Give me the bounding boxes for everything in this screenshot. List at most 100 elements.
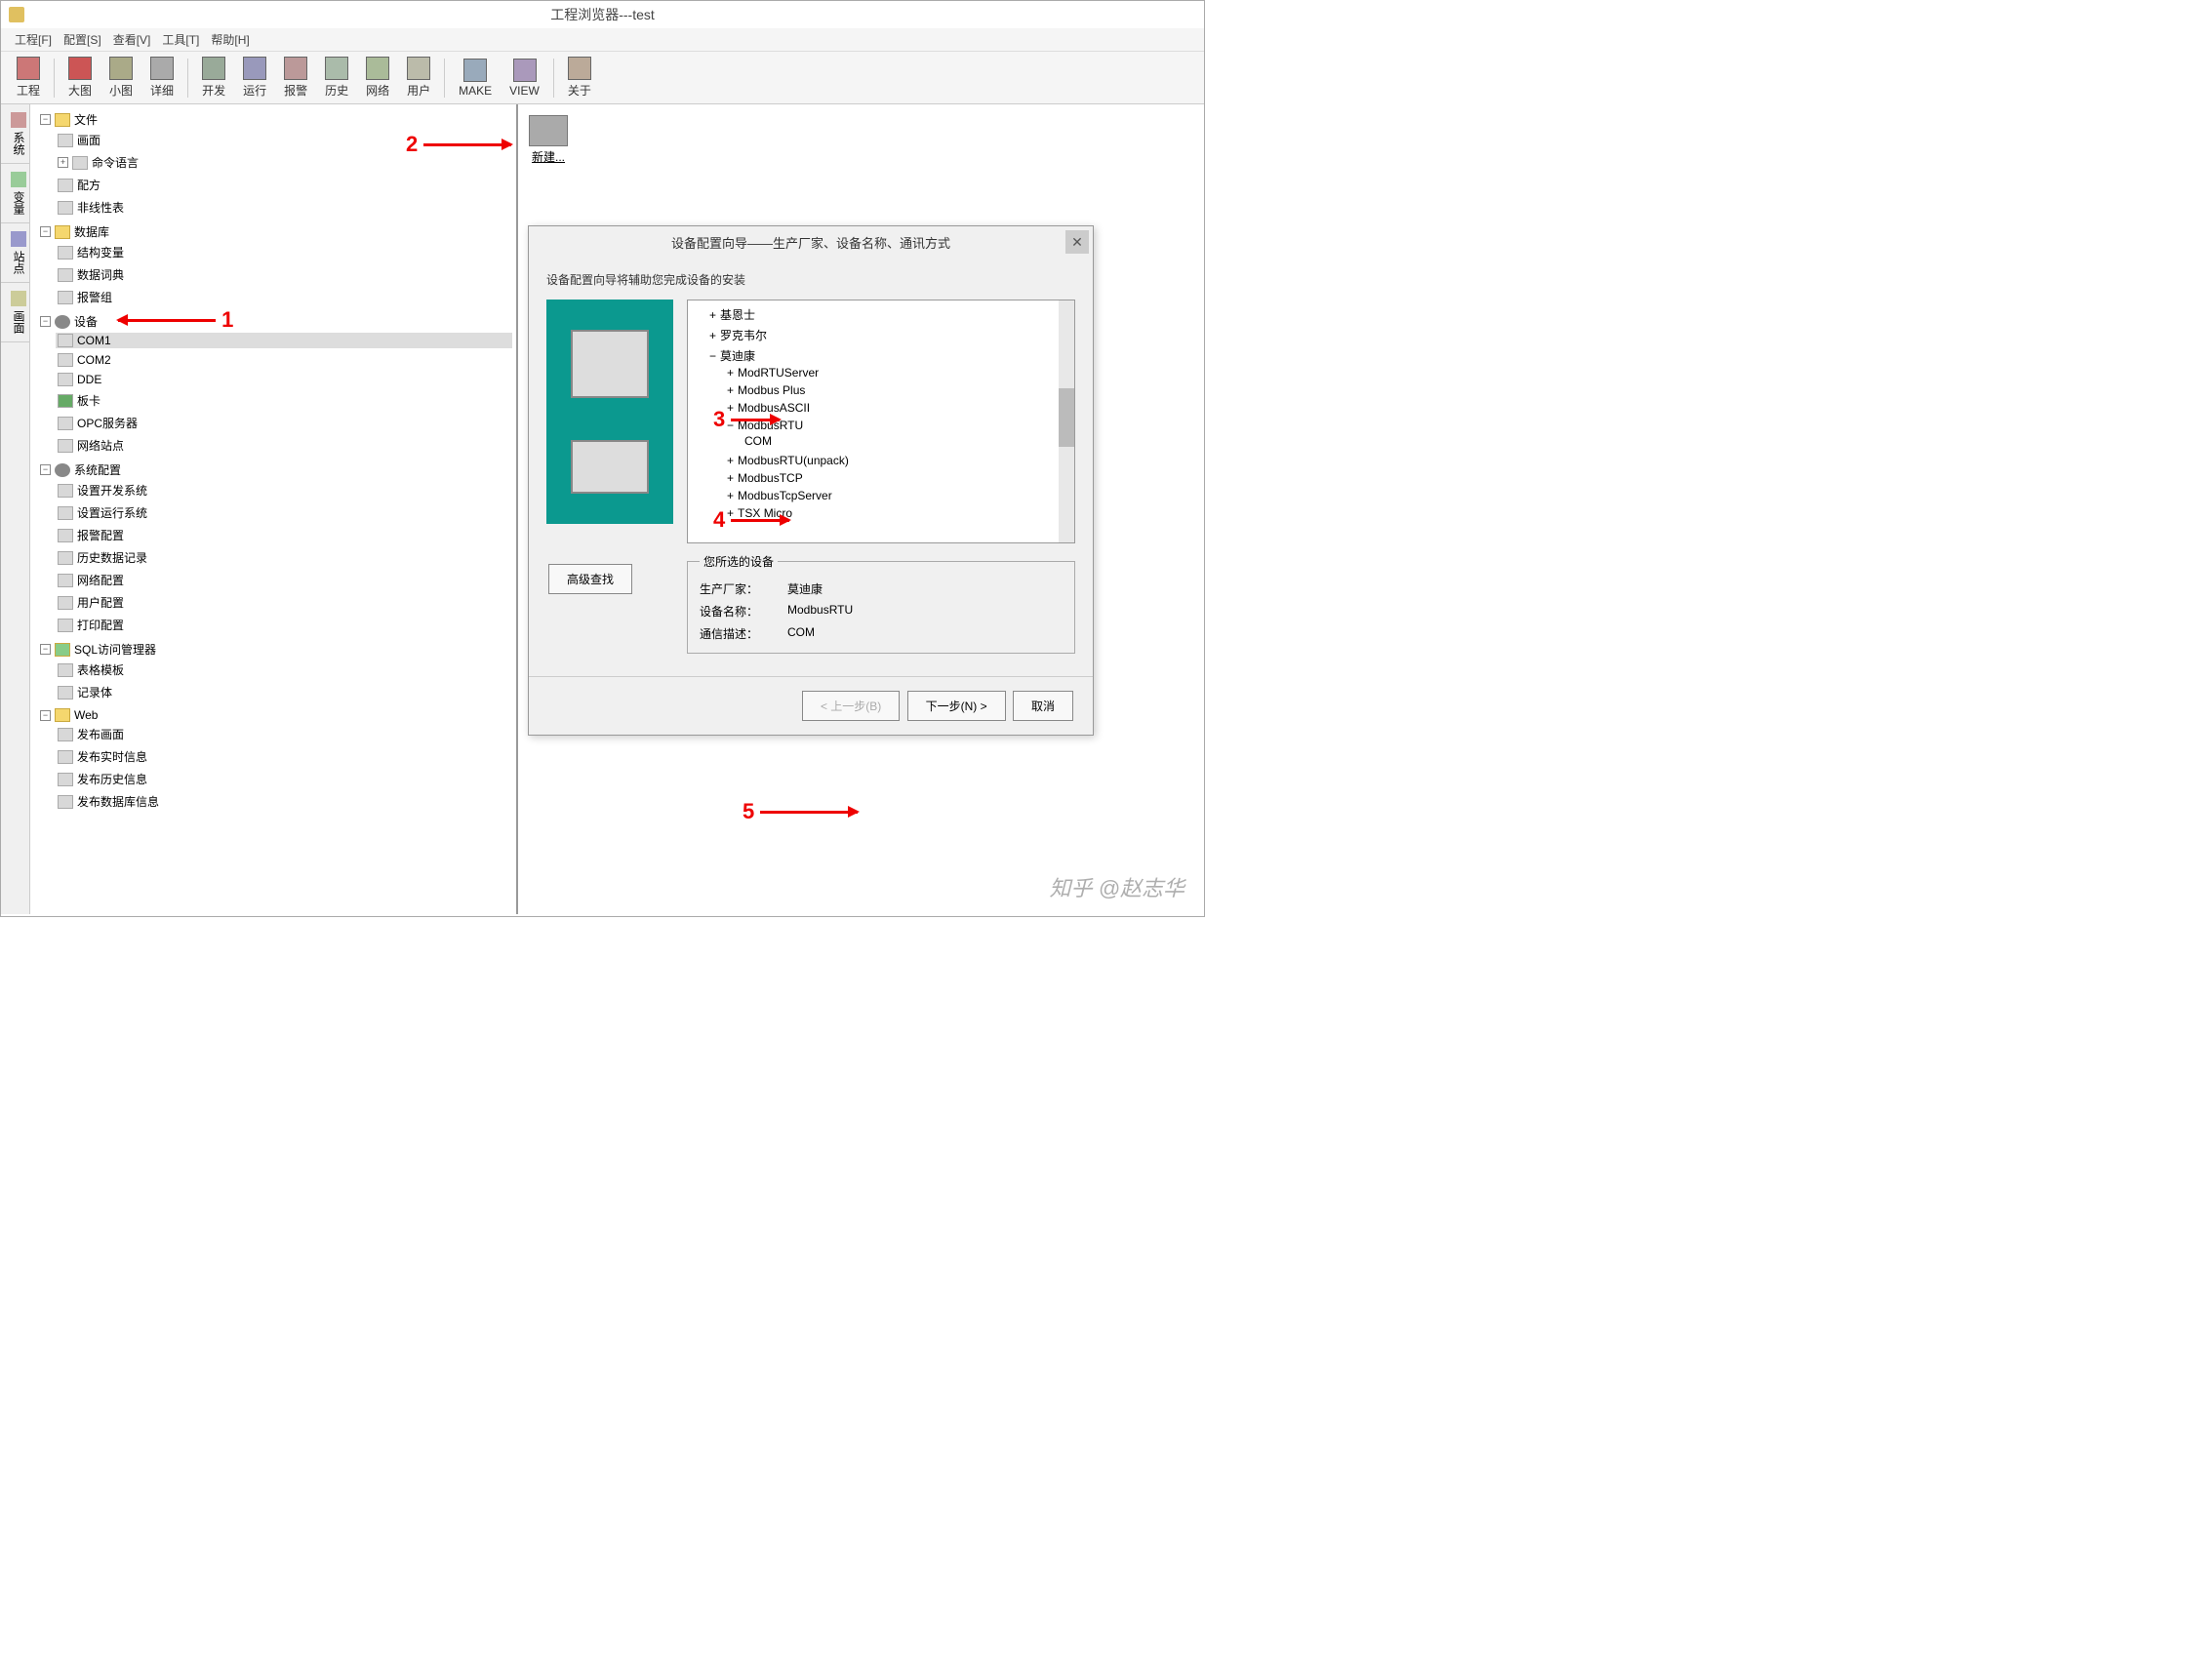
tree-item[interactable]: +TSX Micro [727,506,1070,520]
tree-item[interactable]: 记录体 [56,683,512,701]
toolbar-sep [54,59,55,98]
collapse-icon[interactable]: − [40,464,51,475]
field-key: 通信描述： [700,625,768,642]
tree-item[interactable]: 报警组 [56,288,512,306]
tree-netsite[interactable]: 网络站点 [56,436,512,455]
tree-item[interactable]: +命令语言 [56,153,512,172]
scrollbar-thumb[interactable] [1059,388,1074,447]
prev-button[interactable]: < 上一步(B) [802,691,900,721]
device-box-icon [571,440,649,494]
tree-item[interactable]: 数据词典 [56,265,512,284]
tree-item[interactable]: 报警配置 [56,526,512,544]
tree-board[interactable]: 板卡 [56,391,512,410]
menu-help[interactable]: 帮助[H] [205,29,255,50]
scrollbar[interactable] [1059,300,1074,542]
tb-bigicon[interactable]: 大图 [60,55,100,100]
tree-sql[interactable]: −SQL访问管理器 [38,640,512,659]
tree-item[interactable]: +ModbusTcpServer [727,489,1070,502]
tree-item[interactable]: 发布实时信息 [56,747,512,766]
new-device-icon[interactable]: 新建... [526,112,571,168]
field-value: ModbusRTU [787,603,853,620]
tree-item[interactable]: +ModRTUServer [727,366,1070,380]
tb-alarm[interactable]: 报警 [276,55,315,100]
advanced-search-button[interactable]: 高级查找 [548,564,632,594]
tree-item[interactable]: 历史数据记录 [56,548,512,567]
collapse-icon[interactable]: − [40,710,51,721]
tree-com[interactable]: COM [744,434,1070,448]
tree-item[interactable]: 用户配置 [56,593,512,612]
file-icon [58,728,73,741]
collapse-icon[interactable]: − [40,644,51,655]
close-button[interactable]: ✕ [1065,230,1089,254]
expand-icon[interactable]: + [58,157,68,168]
file-icon [58,574,73,587]
vtab-var[interactable]: 变量 [1,164,29,223]
tree-item[interactable]: +ModbusASCII [727,401,1070,415]
tb-smallicon[interactable]: 小图 [101,55,141,100]
tree-item[interactable]: 网络配置 [56,571,512,589]
tree-file[interactable]: −文件 [38,110,512,129]
menu-view[interactable]: 查看[V] [107,29,157,50]
tree-item[interactable]: 打印配置 [56,616,512,634]
collapse-icon[interactable]: − [40,114,51,125]
tree-com1[interactable]: COM1 [56,333,512,348]
menu-project[interactable]: 工程[F] [9,29,58,50]
fieldset-legend: 您所选的设备 [700,553,778,570]
collapse-icon[interactable]: − [40,226,51,237]
vtab-system[interactable]: 系统 [1,104,29,164]
menu-tools[interactable]: 工具[T] [156,29,205,50]
tree-device[interactable]: −设备 [38,312,512,331]
tree-item[interactable]: +罗克韦尔 [709,327,1070,343]
tree-web[interactable]: −Web [38,707,512,723]
folder-icon [55,113,70,127]
monitor-icon [571,330,649,398]
tree-item[interactable]: 设置开发系统 [56,481,512,500]
tree-item[interactable]: +Modbus Plus [727,383,1070,397]
vendor-tree[interactable]: +基恩士 +罗克韦尔 −莫迪康 +ModRTUServer +Modbus Pl… [687,300,1075,543]
tree-modicon[interactable]: −莫迪康 [709,347,1070,364]
tree-item[interactable]: 发布数据库信息 [56,792,512,811]
tree-item[interactable]: 设置运行系统 [56,503,512,522]
field-key: 设备名称： [700,603,768,620]
vtab-site[interactable]: 站点 [1,223,29,283]
field-value: 莫迪康 [787,580,823,597]
folder-icon [55,225,70,239]
menubar: 工程[F] 配置[S] 查看[V] 工具[T] 帮助[H] [1,28,1204,52]
tb-network[interactable]: 网络 [358,55,397,100]
tree-opc[interactable]: OPC服务器 [56,414,512,432]
tree-dde[interactable]: DDE [56,372,512,387]
device-icon [529,115,568,146]
tree-sysconfig[interactable]: −系统配置 [38,460,512,479]
tb-make[interactable]: MAKE [451,57,500,100]
tree-item[interactable]: 表格模板 [56,660,512,679]
tree-item[interactable]: 结构变量 [56,243,512,261]
tree-item[interactable]: +ModbusRTU(unpack) [727,454,1070,467]
tb-run[interactable]: 运行 [235,55,274,100]
tree-item[interactable]: +基恩士 [709,306,1070,323]
collapse-icon[interactable]: − [40,316,51,327]
tree-item[interactable]: 发布历史信息 [56,770,512,788]
wizard-image [546,300,673,524]
vtab-screen[interactable]: 画面 [1,283,29,342]
tree-db[interactable]: −数据库 [38,222,512,241]
tree-item[interactable]: 发布画面 [56,725,512,743]
port-icon [58,353,73,367]
tree-com2[interactable]: COM2 [56,352,512,368]
file-icon [58,551,73,565]
tb-user[interactable]: 用户 [399,55,438,100]
tb-detail[interactable]: 详细 [142,55,181,100]
tb-develop[interactable]: 开发 [194,55,233,100]
tb-about[interactable]: 关于 [560,55,599,100]
tb-project[interactable]: 工程 [9,55,48,100]
tb-view[interactable]: VIEW [502,57,547,100]
next-button[interactable]: 下一步(N) > [907,691,1006,721]
tree-item[interactable]: 配方 [56,176,512,194]
cancel-button[interactable]: 取消 [1013,691,1073,721]
titlebar: 工程浏览器---test [1,1,1204,28]
tb-history[interactable]: 历史 [317,55,356,100]
tree-item[interactable]: 画面 [56,131,512,149]
tree-item[interactable]: +ModbusTCP [727,471,1070,485]
tree-modbusrtu[interactable]: −ModbusRTU [727,419,1070,432]
tree-item[interactable]: 非线性表 [56,198,512,217]
menu-config[interactable]: 配置[S] [58,29,107,50]
